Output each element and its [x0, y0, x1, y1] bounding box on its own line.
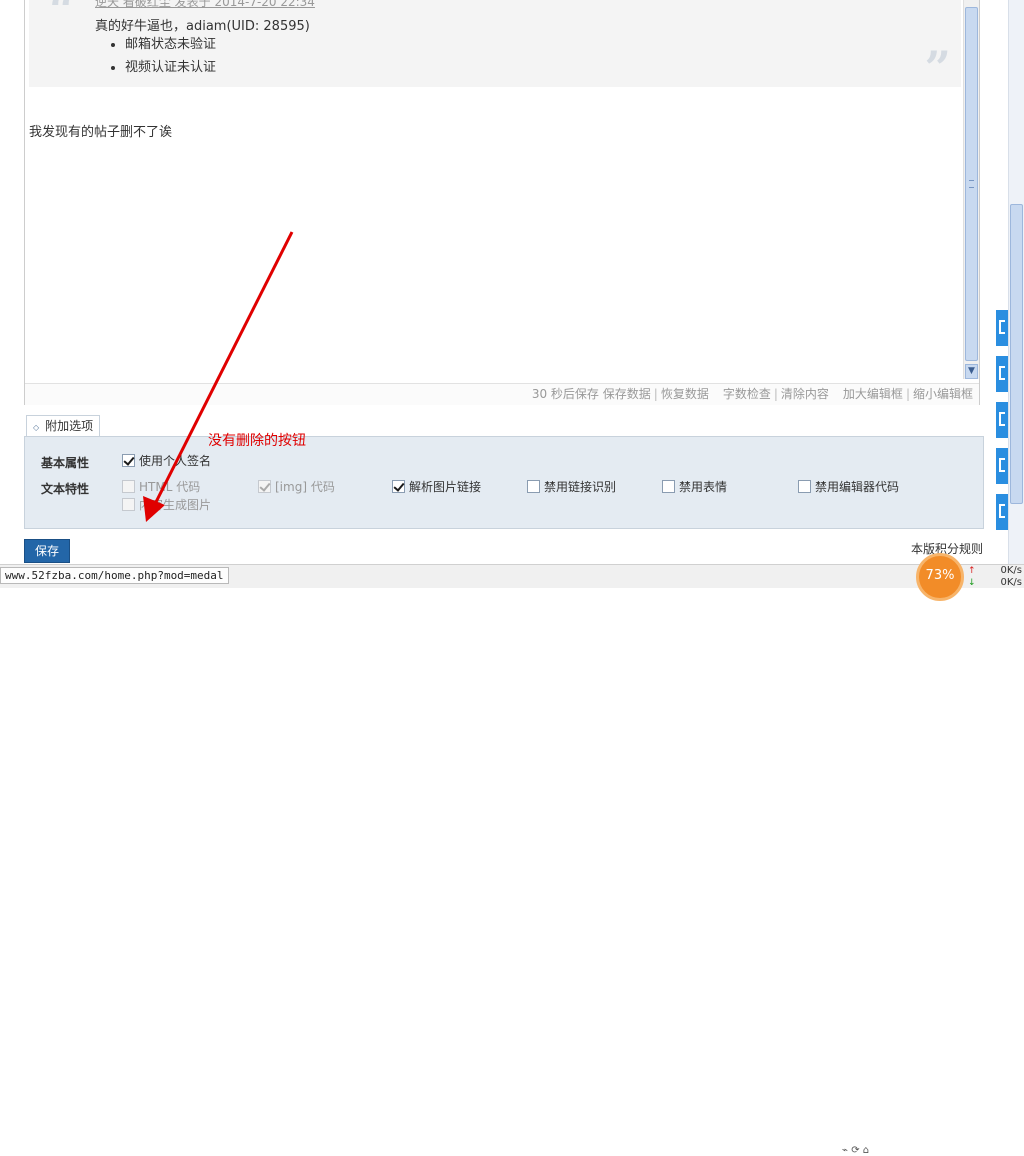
- checkbox-label: 禁用编辑器代码: [815, 480, 900, 494]
- checkbox-icon[interactable]: [122, 480, 135, 493]
- scroll-down-icon[interactable]: ▼: [965, 364, 978, 379]
- use-signature-checkbox[interactable]: 使用个人签名: [122, 454, 211, 470]
- disable-smilies-checkbox[interactable]: 禁用表情: [662, 480, 727, 496]
- download-speed: 0K/s: [1000, 577, 1023, 588]
- diamond-icon: ◇: [33, 423, 40, 432]
- additional-options-panel: 基本属性 使用个人签名 文本特性 HTML 代码 [img] 代码 解析图片链接…: [24, 436, 984, 529]
- content-image-checkbox[interactable]: 内容生成图片: [122, 498, 211, 514]
- tray-icons: ⌁ ⟳ ⌂: [842, 1145, 870, 1156]
- img-code-checkbox[interactable]: [img] 代码: [258, 480, 335, 496]
- close-quote-icon: ”: [924, 41, 951, 95]
- shrink-editor-link[interactable]: 缩小编辑框: [913, 387, 973, 401]
- quote-text: 真的好牛逼也，adiam(UID: 28595): [95, 19, 310, 34]
- quote-author[interactable]: 逆天 看破红尘 发表于 2014-7-20 22:34: [95, 0, 315, 10]
- quote-block: “ 逆天 看破红尘 发表于 2014-7-20 22:34 真的好牛逼也，adi…: [29, 0, 961, 91]
- clear-content-link[interactable]: 清除内容: [781, 387, 829, 401]
- post-editor[interactable]: “ 逆天 看破红尘 发表于 2014-7-20 22:34 真的好牛逼也，adi…: [24, 0, 980, 405]
- checkbox-checked-icon[interactable]: [122, 454, 135, 467]
- disable-editor-code-checkbox[interactable]: 禁用编辑器代码: [798, 480, 899, 496]
- checkbox-icon[interactable]: [527, 480, 540, 493]
- side-tab-3[interactable]: [996, 402, 1008, 438]
- checkbox-checked-icon[interactable]: [392, 480, 405, 493]
- checkbox-label: [img] 代码: [275, 480, 335, 494]
- basic-attributes-label: 基本属性: [41, 456, 90, 470]
- checkbox-label: 解析图片链接: [409, 480, 482, 494]
- editor-status-bar: 30 秒后保存 保存数据 | 恢复数据 字数检查 | 清除内容 加大编辑框 | 缩小编辑框: [25, 383, 979, 405]
- save-button[interactable]: 保存: [24, 539, 70, 563]
- tab-label: 附加选项: [45, 419, 94, 433]
- editor-scroll-thumb[interactable]: [965, 7, 978, 361]
- page-scroll-thumb[interactable]: [1010, 204, 1023, 504]
- upload-arrow-icon: ↑: [968, 566, 976, 576]
- quote-item: 视频认证未认证: [125, 58, 216, 81]
- restore-data-link[interactable]: 恢复数据: [661, 387, 709, 401]
- page-scrollbar[interactable]: [1008, 0, 1024, 564]
- grip-icon: [969, 180, 974, 188]
- parse-image-links-checkbox[interactable]: 解析图片链接: [392, 480, 481, 496]
- html-code-checkbox[interactable]: HTML 代码: [122, 480, 200, 496]
- memory-meter[interactable]: 73%: [916, 553, 964, 601]
- open-quote-icon: “: [49, 0, 76, 37]
- checkbox-label: 禁用链接识别: [544, 480, 617, 494]
- enlarge-editor-link[interactable]: 加大编辑框: [843, 387, 903, 401]
- quote-item: 邮箱状态未验证: [125, 35, 216, 58]
- side-tab-5[interactable]: [996, 494, 1008, 530]
- quote-list: 邮箱状态未验证 视频认证未认证: [107, 35, 216, 81]
- tab-additional-options[interactable]: ◇ 附加选项: [26, 415, 100, 437]
- checkbox-label: HTML 代码: [139, 480, 201, 494]
- checkbox-label: 使用个人签名: [139, 454, 212, 468]
- browser-status-bar: www.52fzba.com/home.php?mod=medal ⌁ ⟳ ⌂ …: [0, 564, 1024, 1156]
- download-arrow-icon: ↓: [968, 578, 976, 588]
- network-speed: ↑ 0K/s ↓ 0K/s: [968, 565, 1024, 589]
- annotation-text: 没有删除的按钮: [208, 433, 306, 449]
- post-body-text[interactable]: 我发现有的帖子删不了诶: [29, 121, 172, 140]
- checkbox-label: 禁用表情: [679, 480, 728, 494]
- side-tab-1[interactable]: [996, 310, 1008, 346]
- disable-link-detect-checkbox[interactable]: 禁用链接识别: [527, 480, 616, 496]
- checkbox-icon[interactable]: [662, 480, 675, 493]
- checkbox-icon[interactable]: [798, 480, 811, 493]
- text-features-label: 文本特性: [41, 482, 90, 496]
- checkbox-icon[interactable]: [122, 498, 135, 511]
- autosave-countdown: 30 秒后保存: [531, 387, 599, 401]
- word-check-link[interactable]: 字数检查: [723, 387, 771, 401]
- upload-speed: 0K/s: [1000, 565, 1023, 576]
- side-tab-2[interactable]: [996, 356, 1008, 392]
- side-tab-4[interactable]: [996, 448, 1008, 484]
- link-url-tooltip: www.52fzba.com/home.php?mod=medal: [0, 567, 229, 584]
- checkbox-label: 内容生成图片: [139, 498, 212, 512]
- save-data-link[interactable]: 保存数据: [603, 387, 651, 401]
- checkbox-checked-icon[interactable]: [258, 480, 271, 493]
- editor-scrollbar[interactable]: ▼: [963, 0, 979, 379]
